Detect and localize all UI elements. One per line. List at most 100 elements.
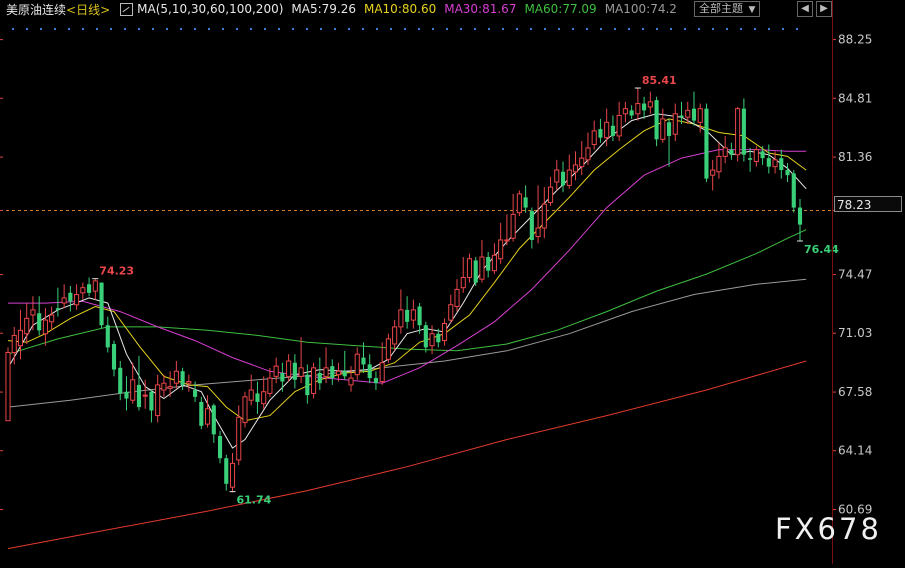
candle-body-up: [554, 169, 560, 183]
candle-body-up: [616, 114, 622, 137]
top-dotted-marker: [278, 28, 280, 30]
ma-spec-label[interactable]: MA(5,10,30,60,100,200): [137, 2, 283, 16]
candle-body-up: [635, 103, 641, 115]
candle-body-down: [560, 171, 566, 186]
period-label[interactable]: <日线>: [66, 1, 110, 18]
top-dotted-marker: [586, 28, 588, 30]
candle-body-up: [591, 130, 597, 145]
candle-body-up: [248, 389, 254, 401]
candle-body-down: [111, 343, 117, 370]
theme-dropdown[interactable]: 全部主题 ▼: [694, 1, 761, 17]
top-dotted-marker: [516, 28, 518, 30]
candle-body-up: [161, 382, 167, 391]
candle-body-up: [298, 367, 304, 377]
candle-body-up: [685, 109, 691, 118]
candle-body-down: [779, 158, 784, 171]
candle-body-up: [504, 239, 510, 242]
candle-body-up: [454, 288, 460, 307]
candle-body-up: [660, 118, 666, 140]
chart-canvas: 88.2584.8181.3674.4771.0367.5864.1460.69…: [0, 28, 901, 550]
nav-right-button[interactable]: ▶: [816, 1, 832, 17]
candle-body-down: [598, 129, 603, 138]
top-dotted-marker: [390, 28, 392, 30]
top-dotted-marker: [138, 28, 140, 30]
candle-body-down: [55, 308, 60, 310]
candle-body-up: [74, 294, 80, 306]
candle-body-up: [335, 370, 342, 376]
candle-body-down: [417, 306, 422, 326]
top-dotted-marker: [208, 28, 210, 30]
candle-body-up: [5, 352, 11, 422]
top-dotted-marker: [488, 28, 490, 30]
top-dotted-marker: [698, 28, 700, 30]
top-dotted-marker: [418, 28, 420, 30]
candle-body-down: [118, 367, 123, 394]
candle-body-down: [280, 372, 285, 382]
top-dotted-marker: [446, 28, 448, 30]
candle-body-up: [535, 227, 541, 238]
top-dotted-marker: [754, 28, 756, 30]
ma-value-label: MA100:74.2: [604, 2, 677, 16]
top-dotted-marker: [656, 28, 658, 30]
candle-body-up: [498, 239, 504, 260]
candle-body-down: [691, 108, 697, 121]
candle-body-up: [92, 280, 98, 292]
top-dotted-marker: [726, 28, 728, 30]
candle-body-down: [766, 158, 771, 167]
candle-body-up: [429, 333, 435, 347]
ma-value-label: MA30:81.67: [444, 2, 517, 16]
candle-body-down: [292, 362, 297, 380]
candle-body-down: [361, 357, 366, 365]
candle-body-up: [80, 287, 86, 294]
candle-body-down: [342, 371, 347, 377]
candle-body-up: [441, 323, 448, 342]
candle-body-up: [186, 380, 192, 384]
candle-body-down: [330, 366, 335, 379]
candle-body-up: [585, 147, 591, 161]
top-dotted-marker: [376, 28, 378, 30]
top-dotted-marker: [474, 28, 476, 30]
candle-body-down: [679, 115, 684, 118]
candle-body-down: [473, 260, 478, 283]
candle-body-up: [398, 309, 404, 328]
candle-body-up: [323, 367, 329, 377]
top-dotted-marker: [642, 28, 644, 30]
candle-body-up: [61, 297, 67, 304]
candle-body-up: [11, 334, 17, 354]
candle-body-down: [217, 436, 223, 459]
candle-body-down: [255, 393, 260, 402]
candle-body-down: [610, 125, 615, 136]
low-annotation: 61.74: [237, 494, 272, 507]
top-dotted-marker: [600, 28, 602, 30]
candle-body-up: [753, 149, 759, 163]
current-price-label: 78.23: [834, 196, 902, 212]
ma-value-label: MA5:79.26: [291, 2, 356, 16]
candle-body-down: [760, 151, 765, 159]
candle-body-down: [180, 371, 185, 385]
top-dotted-marker: [194, 28, 196, 30]
symbol-title[interactable]: 美原油连续: [6, 1, 66, 18]
candle-body-up: [392, 326, 398, 345]
candle-body-up: [460, 276, 466, 289]
candle-body-up: [205, 408, 211, 425]
chart-type-icon[interactable]: [120, 2, 134, 16]
top-dotted-marker: [782, 28, 784, 30]
ma-value-label: MA60:77.09: [524, 2, 597, 16]
candle-body-up: [385, 338, 391, 360]
candle-body-up: [311, 367, 317, 394]
top-dotted-marker: [432, 28, 434, 30]
nav-left-button[interactable]: ◀: [797, 1, 813, 17]
top-dotted-marker: [40, 28, 42, 30]
top-dotted-marker: [628, 28, 630, 30]
top-dotted-marker: [26, 28, 28, 30]
candle-body-up: [516, 193, 522, 214]
candle-body-up: [242, 396, 248, 423]
candle-body-up: [155, 384, 161, 417]
candle-body-up: [647, 101, 653, 108]
candle-body-down: [405, 309, 410, 322]
theme-dropdown-label: 全部主题: [699, 2, 743, 15]
candle-body-up: [49, 314, 55, 323]
candle-body-up: [267, 377, 273, 394]
candle-body-down: [373, 378, 378, 384]
candle-body-up: [42, 319, 48, 335]
